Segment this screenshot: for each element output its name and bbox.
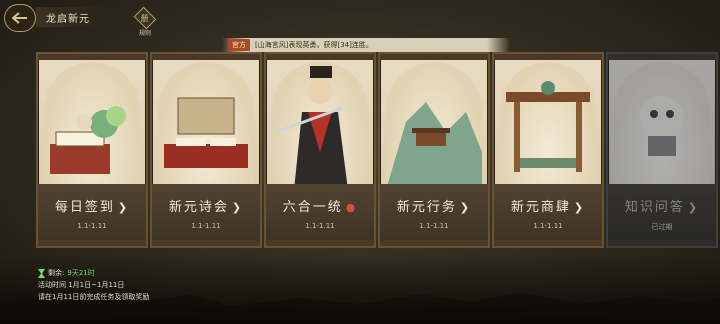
card-frame: [266, 54, 374, 60]
rules-button[interactable]: 册 规则: [133, 6, 157, 37]
card-date: 1.1-1.11: [533, 222, 563, 230]
card-frame: [380, 240, 488, 246]
card-title: 每日签到 ❯: [54, 200, 130, 215]
announcement-bar: 官方 [山海言风]表现英勇，获得[34]连胜。: [222, 38, 510, 52]
card-title: 新元诗会 ❯: [168, 200, 244, 215]
card-title: 知识问答 ❯: [624, 200, 700, 215]
chevron-right-icon: ❯: [117, 201, 130, 214]
chevron-right-icon: ❯: [573, 201, 586, 214]
rules-label: 规则: [138, 30, 151, 37]
card-poetry-meet[interactable]: 新元诗会 ❯ 1.1-1.11: [150, 52, 262, 248]
card-title: 新元商肆 ❯: [510, 200, 586, 215]
official-tag: 官方: [228, 39, 250, 51]
rules-book-icon: 册: [133, 6, 157, 30]
event-notice-text: 请在1月11日前完成任务及领取奖励: [38, 293, 150, 301]
card-frame: [494, 240, 602, 246]
card-art: [500, 62, 596, 190]
card-art: [158, 62, 254, 190]
desk-scene-icon: [164, 97, 248, 168]
card-frame: [494, 54, 602, 60]
title-bar: 龙启新元: [36, 7, 106, 27]
card-frame: [608, 54, 716, 60]
card-frame: [38, 240, 146, 246]
event-info: 剩余: 9天21时 活动时间 1月1日~1月11日 请在1月11日前完成任务及领…: [38, 267, 149, 303]
mountain-pavilion-icon: [386, 102, 482, 190]
card-frame: [266, 240, 374, 246]
card-art: [386, 62, 482, 190]
card-unify[interactable]: 六合一统 ● 1.1-1.11: [264, 52, 376, 248]
hourglass-icon: [38, 268, 45, 278]
calligraphy-scene-icon: [50, 106, 126, 174]
card-title: 六合一统 ●: [282, 200, 358, 215]
page-title: 龙启新元: [46, 13, 90, 25]
chevron-right-icon: ❯: [459, 201, 472, 214]
event-time-text: 活动时间 1月1日~1月11日: [38, 281, 125, 289]
card-date: 1.1-1.11: [419, 222, 449, 230]
card-art: [44, 62, 140, 190]
back-arrow-icon: [12, 12, 27, 24]
card-expired-status: 已过期: [651, 223, 673, 231]
card-frame: [152, 54, 260, 60]
card-title: 新元行务 ❯: [396, 200, 472, 215]
back-button[interactable]: [4, 4, 36, 32]
card-quiz[interactable]: 知识问答 ❯ 已过期: [606, 52, 718, 248]
remaining-label: 剩余:: [48, 269, 65, 277]
card-frame: [152, 240, 260, 246]
card-art: [272, 62, 368, 190]
card-date: 1.1-1.11: [77, 222, 107, 230]
announcement-text: [山海言风]表现英勇，获得[34]连胜。: [255, 41, 373, 49]
chevron-right-icon: ❯: [687, 201, 700, 214]
remaining-value: 9天21时: [67, 269, 95, 277]
card-date: 1.1-1.11: [305, 222, 335, 230]
chevron-right-icon: ❯: [231, 201, 244, 214]
rules-glyph: 册: [141, 13, 149, 23]
card-frame: [38, 54, 146, 60]
card-daily-signin[interactable]: 每日签到 ❯ 1.1-1.11: [36, 52, 148, 248]
card-art: [614, 62, 710, 190]
emperor-figure-icon: [275, 66, 348, 190]
card-market[interactable]: 新元商肆 ❯ 1.1-1.11: [492, 52, 604, 248]
card-frame: [380, 54, 488, 60]
card-frame: [608, 240, 716, 246]
red-dot-icon: ●: [345, 201, 358, 214]
card-affairs[interactable]: 新元行务 ❯ 1.1-1.11: [378, 52, 490, 248]
market-stall-icon: [506, 81, 590, 172]
remaining-time: 剩余: 9天21时: [38, 267, 149, 279]
creature-reading-icon: [640, 96, 684, 156]
card-date: 1.1-1.11: [191, 222, 221, 230]
